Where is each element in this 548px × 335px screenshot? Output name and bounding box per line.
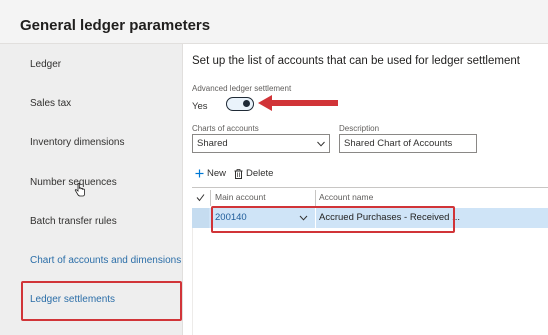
delete-button-label: Delete [246,168,274,179]
ledger-settlements-highlight [21,281,182,321]
sidebar-item-batch-transfer-rules[interactable]: Batch transfer rules [30,216,117,227]
chevron-down-icon [317,141,325,147]
charts-of-accounts-value: Shared [197,138,228,149]
sidebar-item-inventory-dimensions[interactable]: Inventory dimensions [30,137,125,148]
column-header-account-name[interactable]: Account name [319,192,373,202]
column-separator [315,190,316,206]
delete-button[interactable]: Delete [234,168,273,179]
toggle-knob [243,100,250,107]
main-content: Set up the list of accounts that can be … [184,44,548,335]
sidebar-item-ledger[interactable]: Ledger [30,59,61,70]
column-header-main-account[interactable]: Main account [215,192,266,202]
sidebar-item-chart-of-accounts[interactable]: Chart of accounts and dimensions [30,255,181,266]
charts-of-accounts-select[interactable]: Shared [192,134,330,153]
advanced-settlement-value: Yes [192,101,208,112]
section-heading: Set up the list of accounts that can be … [192,55,520,67]
grid-header: Main account Account name [192,190,548,206]
column-separator [210,190,211,206]
sidebar-item-sales-tax[interactable]: Sales tax [30,98,71,109]
new-button-label: New [207,168,227,179]
grid-body [192,228,548,335]
trash-icon [234,168,243,179]
advanced-settlement-label: Advanced ledger settlement [192,84,292,93]
new-button[interactable]: New [195,168,226,179]
grid-divider [192,187,548,188]
advanced-settlement-toggle[interactable] [226,97,254,111]
description-label: Description [339,124,380,133]
red-arrow-icon [258,95,338,111]
row-select-cell[interactable] [192,208,209,228]
hand-cursor-icon [74,183,85,197]
page-title: General ledger parameters [20,17,211,34]
charts-of-accounts-label: Charts of accounts [192,124,259,133]
page-header: General ledger parameters [0,0,548,44]
grid-row-highlight [211,206,455,233]
plus-icon [195,169,204,178]
description-field[interactable]: Shared Chart of Accounts [339,134,477,153]
check-icon[interactable] [196,193,205,202]
